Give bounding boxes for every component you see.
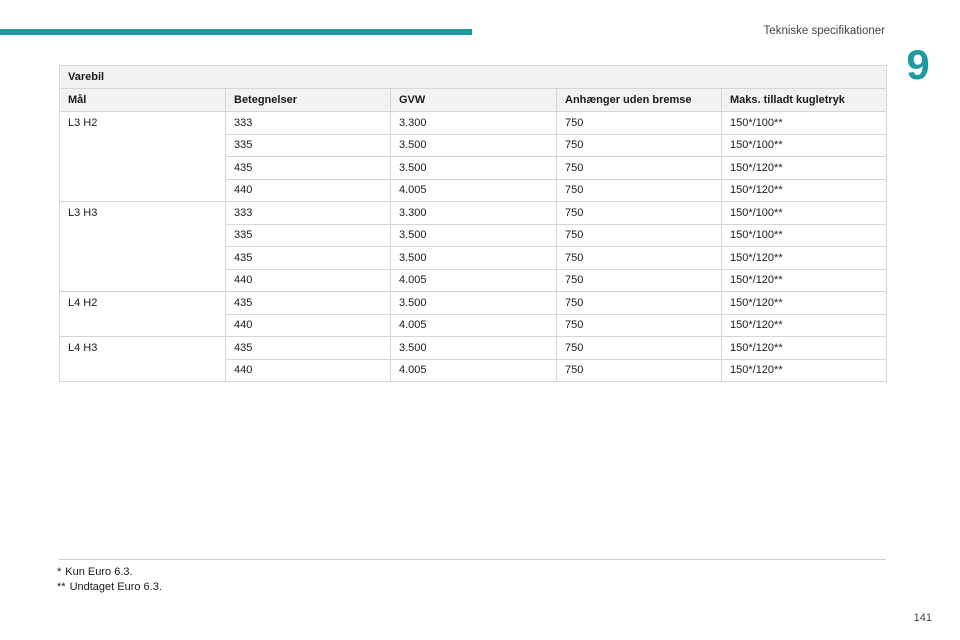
table-cell: 750	[556, 336, 722, 360]
page-number: 141	[913, 612, 932, 624]
table-cell: 150*/100**	[720, 201, 888, 225]
dimension-cell: L4 H2	[59, 291, 226, 337]
table-cell: 150*/100**	[720, 223, 888, 247]
table-cell: 150*/100**	[720, 111, 888, 135]
table-cell: 150*/120**	[720, 313, 888, 337]
table-cell: 150*/120**	[720, 246, 888, 270]
table-header-row: Mål Betegnelser GVW Anhænger uden bremse…	[59, 88, 888, 112]
table-cell: 750	[556, 156, 722, 180]
table-cell: 335	[225, 223, 391, 247]
table-cell: 750	[556, 358, 722, 382]
table-cell: 750	[556, 178, 722, 202]
dimension-cell: L3 H2	[59, 111, 226, 202]
dimension-cell: L4 H3	[59, 336, 226, 382]
table-cell: 333	[225, 111, 391, 135]
table-cell: 4.005	[390, 268, 557, 292]
table-row: L3 H2 333 3.300 750 150*/100**	[59, 111, 888, 202]
table-cell: 4.005	[390, 313, 557, 337]
spec-table: Varebil Mål Betegnelser GVW Anhænger ude…	[58, 65, 888, 382]
table-row: L4 H3 435 3.500 750 150*/120**	[59, 336, 888, 382]
table-cell: 335	[225, 133, 391, 157]
table-cell: 440	[225, 268, 391, 292]
table-cell: 150*/120**	[720, 178, 888, 202]
table-cell: 3.500	[390, 156, 557, 180]
column-header: Mål	[59, 88, 226, 112]
footnote-text: Undtaget Euro 6.3.	[69, 581, 162, 593]
footnote-divider	[59, 559, 886, 560]
table-cell: 150*/100**	[720, 133, 888, 157]
table-cell: 4.005	[390, 358, 557, 382]
column-header: GVW	[390, 88, 557, 112]
dimension-cell: L3 H3	[59, 201, 226, 292]
table-cell: 750	[556, 291, 722, 315]
section-title: Tekniske specifikationer	[763, 25, 885, 37]
table-row: L3 H3 333 3.300 750 150*/100**	[59, 201, 888, 292]
table-cell: 3.500	[390, 223, 557, 247]
footnote-item: ** Undtaget Euro 6.3.	[57, 580, 162, 595]
column-header: Betegnelser	[225, 88, 391, 112]
table-cell: 435	[225, 156, 391, 180]
table-cell: 750	[556, 268, 722, 292]
table-cell: 150*/120**	[720, 268, 888, 292]
table-cell: 435	[225, 246, 391, 270]
footnote-mark: *	[57, 566, 62, 578]
table-cell: 150*/120**	[720, 336, 888, 360]
chapter-number: 9	[906, 41, 930, 88]
table-cell: 4.005	[390, 178, 557, 202]
table-cell: 3.500	[390, 291, 557, 315]
table-cell: 3.500	[390, 246, 557, 270]
table-cell: 435	[225, 291, 391, 315]
table-cell: 440	[225, 358, 391, 382]
header-accent-bar	[0, 29, 472, 35]
table-cell: 150*/120**	[720, 156, 888, 180]
footnote-mark: **	[57, 581, 66, 593]
footnote-item: * Kun Euro 6.3.	[57, 565, 162, 580]
column-header: Maks. tilladt kugletryk	[720, 88, 888, 112]
footnotes: * Kun Euro 6.3. ** Undtaget Euro 6.3.	[57, 565, 162, 595]
table-cell: 3.500	[390, 133, 557, 157]
table-cell: 435	[225, 336, 391, 360]
column-header: Anhænger uden bremse	[556, 88, 722, 112]
table-body: L3 H2 333 3.300 750 150*/100** 335 3.500 750 150…	[59, 111, 888, 382]
table-cell: 750	[556, 313, 722, 337]
table-cell: 3.300	[390, 201, 557, 225]
table-cell: 150*/120**	[720, 291, 888, 315]
table-cell: 750	[556, 133, 722, 157]
footnote-text: Kun Euro 6.3.	[65, 566, 133, 578]
table-cell: 150*/120**	[720, 358, 888, 382]
table-cell: 750	[556, 223, 722, 247]
table-cell: 750	[556, 111, 722, 135]
table-cell: 750	[556, 246, 722, 270]
table-cell: 440	[225, 313, 391, 337]
table-caption: Varebil	[58, 65, 888, 89]
table-cell: 333	[225, 201, 391, 225]
table-cell: 750	[556, 201, 722, 225]
table-cell: 440	[225, 178, 391, 202]
table-cell: 3.500	[390, 336, 557, 360]
table-row: L4 H2 435 3.500 750 150*/120**	[59, 291, 888, 337]
table-caption-row: Varebil	[58, 65, 888, 89]
table-cell: 3.300	[390, 111, 557, 135]
